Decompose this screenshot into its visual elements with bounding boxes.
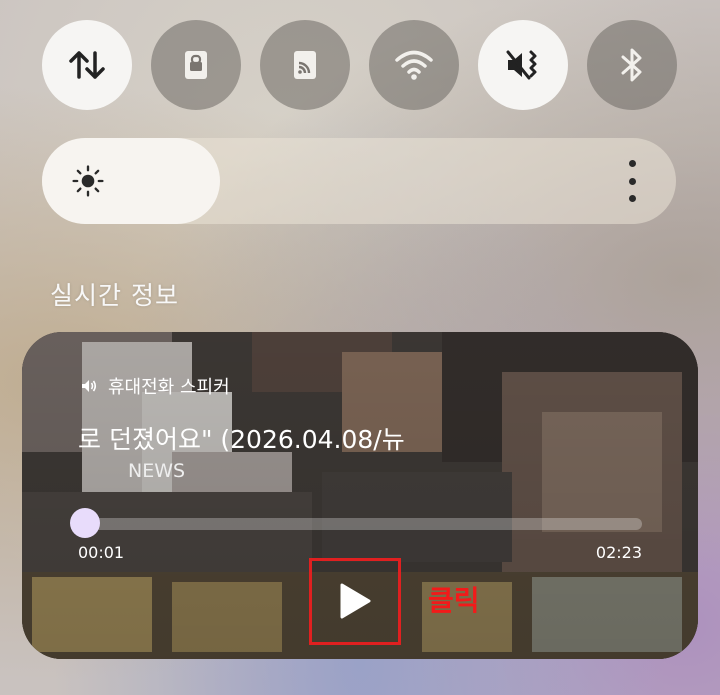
screen-lock-toggle[interactable] — [151, 20, 241, 110]
more-vertical-icon[interactable] — [618, 160, 646, 202]
output-device[interactable]: 휴대전화 스피커 — [80, 373, 230, 399]
media-player-card: 휴대전화 스피커 로 던졌어요" (2026.04.08/뉴 NEWS 00:0… — [22, 332, 698, 659]
seek-bar[interactable] — [82, 518, 642, 530]
speaker-icon — [82, 380, 97, 392]
seek-thumb[interactable] — [70, 508, 100, 538]
bluetooth-toggle[interactable] — [587, 20, 677, 110]
brightness-fill — [42, 138, 220, 224]
click-highlight-box — [309, 558, 401, 645]
output-device-label: 휴대전화 스피커 — [108, 377, 230, 398]
current-time: 00:01 — [78, 543, 125, 562]
bluetooth-icon — [621, 48, 642, 82]
quick-settings-row — [42, 20, 678, 110]
total-time: 02:23 — [595, 543, 642, 562]
data-arrows-icon — [69, 51, 105, 79]
lock-icon — [185, 51, 207, 79]
cast-toggle[interactable] — [260, 20, 350, 110]
sound-toggle[interactable] — [478, 20, 568, 110]
track-title: 로 던졌어요" (2026.04.08/뉴 — [78, 425, 405, 454]
sun-icon — [72, 165, 104, 197]
vibrate-mute-icon — [506, 50, 537, 80]
cast-icon — [294, 51, 316, 79]
track-artist: NEWS — [128, 460, 186, 482]
brightness-slider[interactable] — [42, 138, 676, 224]
click-annotation-label: 클릭 — [428, 584, 480, 617]
wifi-icon — [395, 50, 433, 80]
section-title: 실시간 정보 — [50, 281, 179, 310]
wifi-toggle[interactable] — [369, 20, 459, 110]
mobile-data-toggle[interactable] — [42, 20, 132, 110]
